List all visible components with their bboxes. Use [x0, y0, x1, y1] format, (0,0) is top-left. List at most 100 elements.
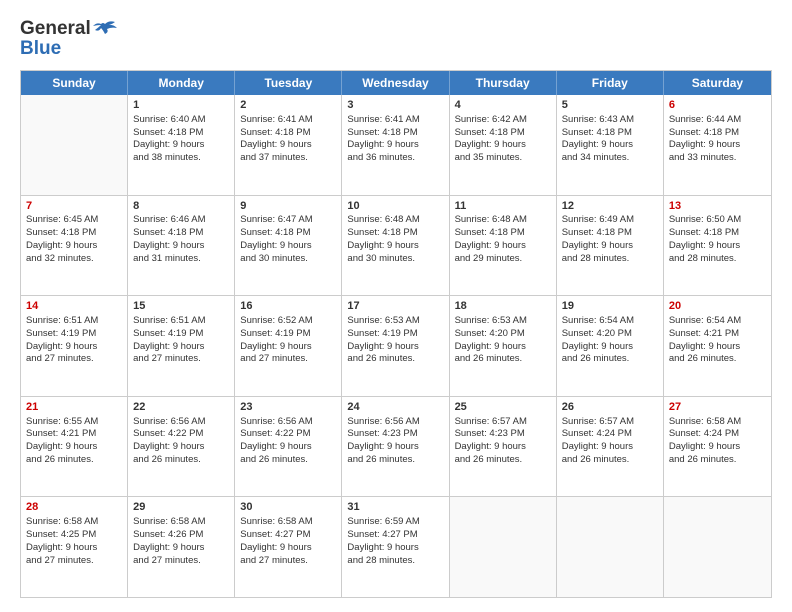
day-info-line: Daylight: 9 hours: [133, 240, 229, 253]
day-info-line: Daylight: 9 hours: [669, 240, 766, 253]
day-info-line: Sunset: 4:21 PM: [26, 428, 122, 441]
day-number: 10: [347, 199, 443, 214]
day-number: 16: [240, 299, 336, 314]
day-number: 4: [455, 98, 551, 113]
day-info-line: and 26 minutes.: [669, 454, 766, 467]
day-info-line: and 27 minutes.: [133, 555, 229, 568]
day-info-line: Sunrise: 6:54 AM: [669, 315, 766, 328]
day-number: 23: [240, 400, 336, 415]
day-cell-26: 26Sunrise: 6:57 AMSunset: 4:24 PMDayligh…: [557, 397, 664, 497]
calendar-header: SundayMondayTuesdayWednesdayThursdayFrid…: [21, 71, 771, 95]
day-cell-21: 21Sunrise: 6:55 AMSunset: 4:21 PMDayligh…: [21, 397, 128, 497]
header: General Blue: [20, 18, 772, 60]
day-info-line: Daylight: 9 hours: [347, 341, 443, 354]
day-info-line: Daylight: 9 hours: [562, 139, 658, 152]
day-info-line: Sunrise: 6:58 AM: [669, 416, 766, 429]
day-info-line: Daylight: 9 hours: [240, 441, 336, 454]
logo-bird-icon: [91, 20, 119, 38]
day-info-line: and 26 minutes.: [133, 454, 229, 467]
day-info-line: Daylight: 9 hours: [669, 341, 766, 354]
day-info-line: Sunset: 4:23 PM: [455, 428, 551, 441]
day-info-line: Daylight: 9 hours: [455, 341, 551, 354]
day-number: 22: [133, 400, 229, 415]
day-info-line: Sunrise: 6:57 AM: [562, 416, 658, 429]
logo: General Blue: [20, 18, 119, 60]
day-info-line: and 26 minutes.: [562, 454, 658, 467]
day-info-line: Sunrise: 6:58 AM: [133, 516, 229, 529]
day-cell-16: 16Sunrise: 6:52 AMSunset: 4:19 PMDayligh…: [235, 296, 342, 396]
day-info-line: Sunrise: 6:42 AM: [455, 114, 551, 127]
day-number: 17: [347, 299, 443, 314]
day-info-line: Sunset: 4:18 PM: [347, 127, 443, 140]
day-info-line: Daylight: 9 hours: [455, 441, 551, 454]
day-info-line: Sunset: 4:24 PM: [669, 428, 766, 441]
day-info-line: and 28 minutes.: [562, 253, 658, 266]
day-info-line: Sunset: 4:18 PM: [669, 127, 766, 140]
day-number: 18: [455, 299, 551, 314]
calendar: SundayMondayTuesdayWednesdayThursdayFrid…: [20, 70, 772, 598]
day-info-line: and 27 minutes.: [240, 555, 336, 568]
day-info-line: and 34 minutes.: [562, 152, 658, 165]
day-cell-24: 24Sunrise: 6:56 AMSunset: 4:23 PMDayligh…: [342, 397, 449, 497]
day-info-line: Sunset: 4:19 PM: [240, 328, 336, 341]
page: General Blue SundayMondayTuesdayWednesda…: [0, 0, 792, 612]
header-day-sunday: Sunday: [21, 71, 128, 95]
day-info-line: Sunset: 4:20 PM: [562, 328, 658, 341]
day-info-line: Sunrise: 6:48 AM: [347, 214, 443, 227]
header-day-wednesday: Wednesday: [342, 71, 449, 95]
day-info-line: Sunrise: 6:55 AM: [26, 416, 122, 429]
calendar-row-3: 14Sunrise: 6:51 AMSunset: 4:19 PMDayligh…: [21, 295, 771, 396]
day-info-line: Sunset: 4:18 PM: [455, 127, 551, 140]
day-cell-19: 19Sunrise: 6:54 AMSunset: 4:20 PMDayligh…: [557, 296, 664, 396]
day-cell-22: 22Sunrise: 6:56 AMSunset: 4:22 PMDayligh…: [128, 397, 235, 497]
calendar-row-4: 21Sunrise: 6:55 AMSunset: 4:21 PMDayligh…: [21, 396, 771, 497]
day-info-line: and 30 minutes.: [240, 253, 336, 266]
day-cell-10: 10Sunrise: 6:48 AMSunset: 4:18 PMDayligh…: [342, 196, 449, 296]
day-number: 9: [240, 199, 336, 214]
day-cell-8: 8Sunrise: 6:46 AMSunset: 4:18 PMDaylight…: [128, 196, 235, 296]
day-info-line: Sunset: 4:21 PM: [669, 328, 766, 341]
logo-general: General: [20, 18, 91, 40]
day-info-line: Daylight: 9 hours: [347, 542, 443, 555]
day-info-line: Sunset: 4:25 PM: [26, 529, 122, 542]
day-info-line: and 26 minutes.: [455, 353, 551, 366]
day-cell-3: 3Sunrise: 6:41 AMSunset: 4:18 PMDaylight…: [342, 95, 449, 195]
day-info-line: and 32 minutes.: [26, 253, 122, 266]
day-info-line: Daylight: 9 hours: [347, 139, 443, 152]
day-cell-13: 13Sunrise: 6:50 AMSunset: 4:18 PMDayligh…: [664, 196, 771, 296]
day-cell-14: 14Sunrise: 6:51 AMSunset: 4:19 PMDayligh…: [21, 296, 128, 396]
day-cell-31: 31Sunrise: 6:59 AMSunset: 4:27 PMDayligh…: [342, 497, 449, 597]
day-info-line: Sunrise: 6:53 AM: [347, 315, 443, 328]
day-info-line: Daylight: 9 hours: [562, 240, 658, 253]
day-info-line: and 27 minutes.: [26, 353, 122, 366]
day-number: 20: [669, 299, 766, 314]
day-info-line: and 30 minutes.: [347, 253, 443, 266]
day-info-line: Sunset: 4:18 PM: [133, 227, 229, 240]
day-info-line: and 28 minutes.: [669, 253, 766, 266]
day-info-line: Sunrise: 6:43 AM: [562, 114, 658, 127]
day-number: 12: [562, 199, 658, 214]
calendar-row-2: 7Sunrise: 6:45 AMSunset: 4:18 PMDaylight…: [21, 195, 771, 296]
day-info-line: Sunset: 4:18 PM: [347, 227, 443, 240]
day-number: 19: [562, 299, 658, 314]
day-number: 24: [347, 400, 443, 415]
day-info-line: Sunset: 4:22 PM: [240, 428, 336, 441]
day-info-line: Daylight: 9 hours: [562, 441, 658, 454]
day-info-line: Daylight: 9 hours: [669, 441, 766, 454]
day-info-line: and 27 minutes.: [133, 353, 229, 366]
day-info-line: Sunset: 4:27 PM: [347, 529, 443, 542]
day-cell-9: 9Sunrise: 6:47 AMSunset: 4:18 PMDaylight…: [235, 196, 342, 296]
day-info-line: and 27 minutes.: [240, 353, 336, 366]
calendar-body: 1Sunrise: 6:40 AMSunset: 4:18 PMDaylight…: [21, 95, 771, 597]
day-number: 30: [240, 500, 336, 515]
day-info-line: Sunrise: 6:52 AM: [240, 315, 336, 328]
day-cell-28: 28Sunrise: 6:58 AMSunset: 4:25 PMDayligh…: [21, 497, 128, 597]
day-info-line: Sunset: 4:19 PM: [133, 328, 229, 341]
day-info-line: Sunrise: 6:44 AM: [669, 114, 766, 127]
day-info-line: and 26 minutes.: [240, 454, 336, 467]
day-info-line: Daylight: 9 hours: [455, 139, 551, 152]
day-info-line: Sunrise: 6:46 AM: [133, 214, 229, 227]
day-info-line: Sunset: 4:22 PM: [133, 428, 229, 441]
calendar-row-5: 28Sunrise: 6:58 AMSunset: 4:25 PMDayligh…: [21, 496, 771, 597]
day-info-line: Sunset: 4:19 PM: [26, 328, 122, 341]
